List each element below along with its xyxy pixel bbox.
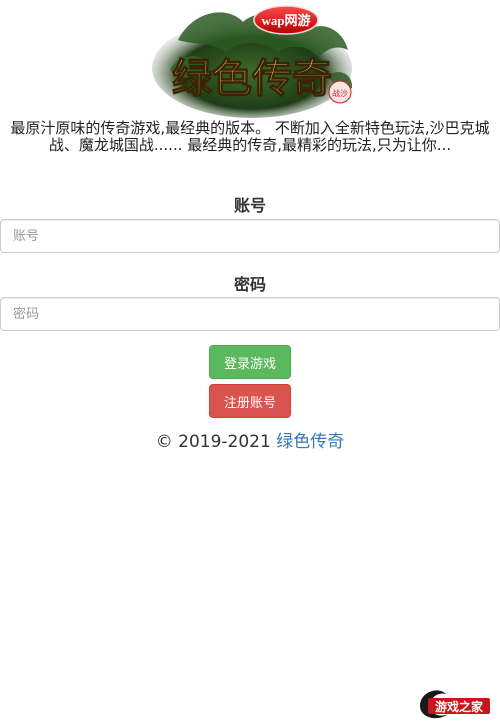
account-label: 账号 bbox=[233, 196, 266, 215]
footer-site-link[interactable]: 绿色传奇 bbox=[276, 432, 344, 452]
game-intro-text: 最原汁原味的传奇游戏,最经典的版本。 不断加入全新特色玩法,沙巴克城战、魔龙城国… bbox=[10, 119, 490, 154]
copyright-text: © 2019-2021 bbox=[155, 432, 271, 452]
logo-corner-text: 战沙 bbox=[332, 88, 348, 98]
logo-title-text: 绿色传奇 bbox=[172, 55, 332, 102]
password-input[interactable] bbox=[0, 297, 500, 331]
watermark-text: 游戏之家 bbox=[435, 699, 484, 714]
register-account-button[interactable]: 注册账号 bbox=[209, 384, 291, 418]
watermark-logo: 游戏之家 bbox=[416, 684, 496, 722]
dragon-logo-graphic: wap网游 绿色传奇 战沙 bbox=[152, 5, 353, 118]
game-logo: wap网游 绿色传奇 战沙 bbox=[148, 0, 360, 118]
logo-badge-text: wap网游 bbox=[261, 13, 310, 28]
account-input[interactable] bbox=[0, 219, 500, 253]
login-game-button[interactable]: 登录游戏 bbox=[209, 345, 291, 379]
password-label: 密码 bbox=[233, 275, 266, 294]
footer: © 2019-2021 绿色传奇 bbox=[0, 427, 500, 452]
ink-brush-icon: 游戏之家 bbox=[420, 690, 490, 719]
